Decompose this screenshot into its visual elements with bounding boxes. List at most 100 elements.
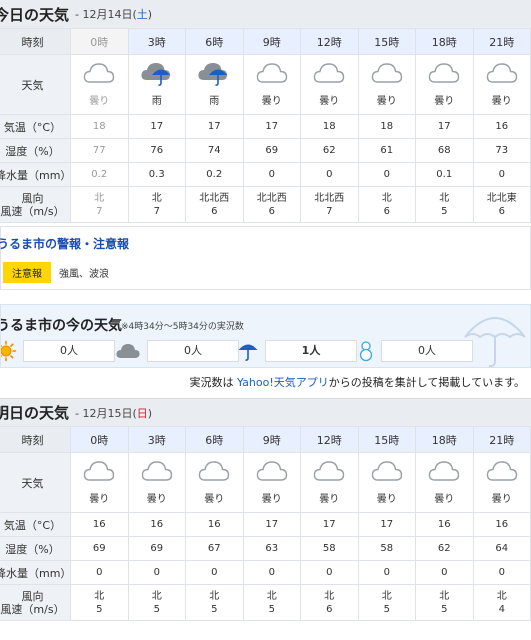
cloud-icon — [314, 63, 345, 83]
cloud-icon — [486, 63, 517, 83]
wind-speed: 5 — [441, 205, 448, 217]
umbrella-icon — [238, 344, 258, 361]
wind-direction: 北北東 — [486, 192, 517, 204]
temp-cell: 16 — [70, 512, 129, 537]
humidity-cell: 64 — [472, 536, 531, 561]
weather-cell: 雨 — [185, 54, 244, 115]
time-cell: 12時 — [300, 426, 359, 453]
weather-cell: 曇り — [415, 452, 474, 513]
wind-cell: 北6 — [300, 584, 359, 621]
tomorrow-header: 明日の天気 - 12月15日(日) — [0, 398, 531, 426]
temp-cell: 18 — [300, 114, 359, 139]
report-snow[interactable]: 0人 — [357, 340, 473, 362]
wind-cell: 北5 — [127, 584, 186, 621]
precip-cell: 0 — [242, 560, 301, 585]
precip-cell: 0 — [127, 560, 186, 585]
weather-cell: 曇り — [242, 54, 301, 115]
wind-speed: 6 — [268, 205, 275, 217]
label-time: 時刻 — [0, 28, 71, 55]
label-precip: 降水量（mm） — [0, 560, 71, 585]
weather-cell: 曇り — [300, 54, 359, 115]
humidity-cell: 76 — [127, 138, 186, 163]
precip-cell: 0 — [357, 162, 416, 187]
today-forecast-table: 時刻 0時 3時 6時 9時 12時 15時 18時 21時 天気 曇り 雨 雨 曇り 曇り 曇り 曇り 曇り 気温… — [0, 28, 531, 223]
humidity-cell: 69 — [70, 536, 129, 561]
temp-cell: 18 — [70, 114, 129, 139]
wind-direction: 北 — [439, 192, 450, 204]
wind-cell: 北5 — [242, 584, 301, 621]
temp-cell: 16 — [472, 512, 531, 537]
wind-speed: 5 — [153, 603, 160, 615]
precip-cell: 0 — [415, 560, 474, 585]
weather-text: 曇り — [204, 494, 225, 505]
wind-cell: 北北西 7 — [300, 186, 359, 223]
humidity-cell: 69 — [242, 138, 301, 163]
precip-cell: 0 — [300, 162, 359, 187]
label-wind: 風向 風速（m/s） — [0, 584, 71, 621]
label-weather: 天気 — [0, 452, 71, 513]
temp-cell: 17 — [185, 114, 244, 139]
weather-text: 曇り — [376, 494, 397, 505]
current-weather-box: うるま市の今の天気 ※4時34分〜5時34分の実況数 0人 0人 1人 0人 — [0, 304, 531, 368]
wind-cell: 北5 — [415, 186, 474, 223]
wind-direction: 北北西 — [314, 192, 345, 204]
humidity-cell: 63 — [242, 536, 301, 561]
label-time: 時刻 — [0, 426, 71, 453]
warning-title[interactable]: うるま市の警報・注意報 — [0, 235, 530, 252]
wind-direction: 北 — [439, 590, 450, 602]
wind-speed: 7 — [96, 205, 103, 217]
umbrella-watermark-icon — [464, 317, 526, 367]
cloud-icon — [371, 63, 402, 83]
weather-text: 曇り — [261, 96, 282, 107]
humidity-cell: 73 — [472, 138, 531, 163]
report-cloud[interactable]: 0人 — [115, 340, 239, 362]
report-sun[interactable]: 0人 — [1, 340, 115, 362]
time-cell: 15時 — [357, 426, 416, 453]
weather-cell: 雨 — [127, 54, 186, 115]
temp-cell: 17 — [242, 114, 301, 139]
precip-cell: 0.2 — [70, 162, 129, 187]
weather-text: 曇り — [434, 494, 455, 505]
humidity-cell: 61 — [357, 138, 416, 163]
cloud-icon — [199, 461, 230, 481]
wind-cell: 北4 — [472, 584, 531, 621]
temp-cell: 17 — [242, 512, 301, 537]
report-umbrella[interactable]: 1人 — [237, 340, 357, 362]
time-cell: 0時 — [70, 28, 129, 55]
humidity-cell: 58 — [300, 536, 359, 561]
cloud-icon — [84, 461, 115, 481]
time-cell: 6時 — [185, 426, 244, 453]
temp-cell: 16 — [472, 114, 531, 139]
wind-speed: 7 — [326, 205, 333, 217]
cloud-count: 0人 — [147, 340, 239, 362]
temp-cell: 17 — [415, 114, 474, 139]
time-cell: 3時 — [127, 426, 186, 453]
yahoo-weather-app-link[interactable]: Yahoo!天気アプリ — [237, 376, 329, 389]
umbrella-count: 1人 — [265, 340, 357, 362]
wind-direction: 北 — [381, 590, 392, 602]
wind-direction: 北北西 — [199, 192, 230, 204]
temp-cell: 18 — [357, 114, 416, 139]
time-cell: 15時 — [357, 28, 416, 55]
wind-cell: 北北西 6 — [242, 186, 301, 223]
warning-text: 強風、波浪 — [59, 269, 109, 280]
weather-text: 曇り — [89, 96, 110, 107]
time-cell: 21時 — [472, 426, 531, 453]
weather-text: 曇り — [319, 494, 340, 505]
tomorrow-date: - 12月15日(日) — [75, 406, 153, 420]
wind-speed: 4 — [498, 603, 505, 615]
tomorrow-title: 明日の天気 — [0, 404, 70, 422]
weather-text: 雨 — [209, 96, 220, 107]
precip-cell: 0.3 — [127, 162, 186, 187]
label-weather: 天気 — [0, 54, 71, 115]
temp-cell: 16 — [185, 512, 244, 537]
wind-direction: 北 — [94, 192, 105, 204]
label-temp: 気温（°C） — [0, 114, 71, 139]
time-cell: 9時 — [242, 28, 301, 55]
weather-text: 曇り — [89, 494, 110, 505]
today-date: - 12月14日(土) — [75, 8, 153, 21]
humidity-cell: 62 — [415, 536, 474, 561]
label-wind: 風向 風速（m/s） — [0, 186, 71, 223]
wind-direction: 北 — [151, 590, 162, 602]
wind-speed: 5 — [268, 603, 275, 615]
